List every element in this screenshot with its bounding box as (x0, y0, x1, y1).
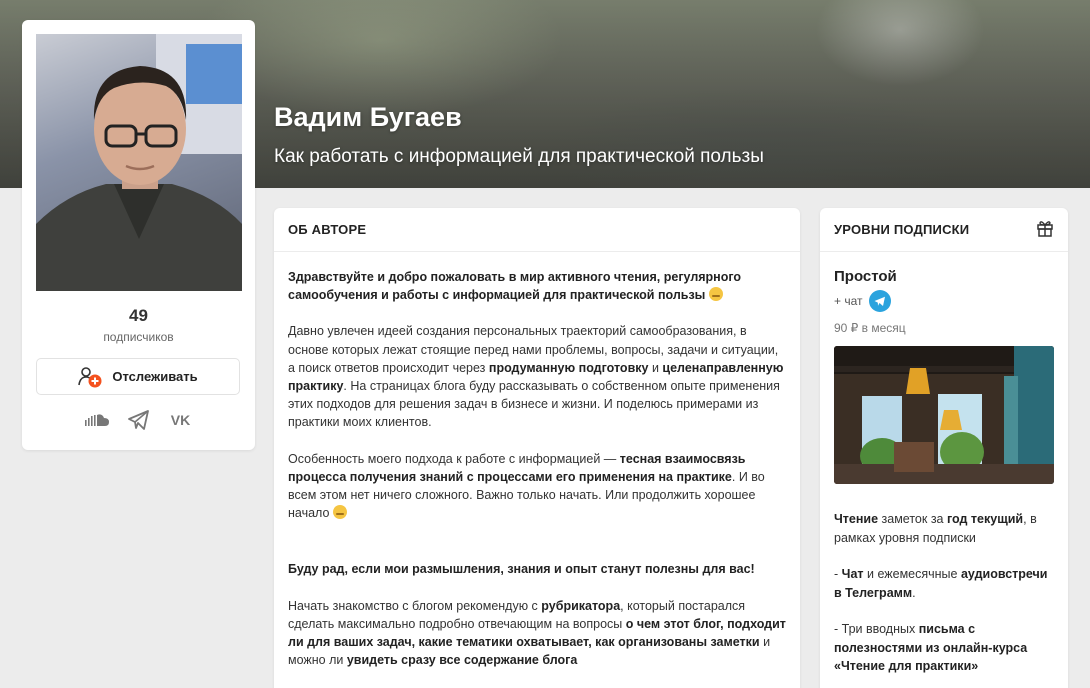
smile-emoji-icon (708, 287, 723, 302)
about-paragraph: Здравствуйте и добро пожаловать в мир ак… (288, 268, 786, 304)
avatar[interactable] (36, 34, 242, 291)
level-description: Чтение заметок за год текущий, в рамках … (834, 512, 1048, 673)
rubricator-link[interactable]: рубрикатора (541, 599, 620, 613)
about-header-title: ОБ АВТОРЕ (288, 222, 367, 237)
level-cover-image (834, 346, 1054, 484)
welcome-text: Здравствуйте и добро пожаловать в мир ак… (288, 270, 742, 303)
about-paragraph: Начать знакомство с блогом рекомендую с … (288, 598, 786, 668)
telegram-icon (868, 290, 891, 312)
blog-contents-link[interactable]: увидеть сразу все содержание блога (347, 653, 577, 667)
gift-icon[interactable] (1036, 219, 1054, 240)
soundcloud-icon[interactable] (84, 410, 109, 430)
about-paragraph: Буду рад, если мои размышления, знания и… (288, 562, 755, 577)
level-name: Простой (834, 268, 897, 285)
blog-tagline: Как работать с информацией для практичес… (274, 146, 764, 167)
level-simple: Простой + чат 90 ₽ в месяц Чтение замето… (820, 252, 1068, 676)
about-paragraph: Давно увлечен идеей создания персональны… (288, 324, 784, 430)
social-links: VK (22, 410, 255, 430)
vk-icon[interactable]: VK (169, 410, 193, 430)
profile-card: 49 подписчиков Отслеживать VK (22, 20, 255, 450)
telegram-icon[interactable] (127, 410, 151, 430)
follow-user-plus-icon (78, 366, 104, 388)
about-header: ОБ АВТОРЕ (274, 208, 800, 252)
level-price: 90 ₽ в месяц (834, 321, 906, 335)
follow-button[interactable]: Отслеживать (36, 358, 240, 395)
level-chat: + чат (834, 290, 1054, 312)
smile-emoji-icon (332, 505, 347, 520)
levels-header-title: УРОВНИ ПОДПИСКИ (834, 222, 970, 237)
about-text: Здравствуйте и добро пожаловать в мир ак… (274, 252, 800, 669)
about-paragraph: Особенность моего подхода к работе с инф… (288, 451, 765, 521)
author-name: Вадим Бугаев (274, 102, 462, 132)
levels-header: УРОВНИ ПОДПИСКИ (820, 208, 1068, 252)
follow-button-label: Отслеживать (112, 369, 198, 384)
about-author-card: ОБ АВТОРЕ Здравствуйте и добро пожаловат… (274, 208, 800, 688)
subscribers-label: подписчиков (103, 330, 174, 344)
subscribers-count: 49 (129, 306, 148, 325)
subscription-levels-card: УРОВНИ ПОДПИСКИ Простой + чат 90 ₽ в мес… (820, 208, 1068, 688)
avatar-portrait (36, 34, 242, 291)
